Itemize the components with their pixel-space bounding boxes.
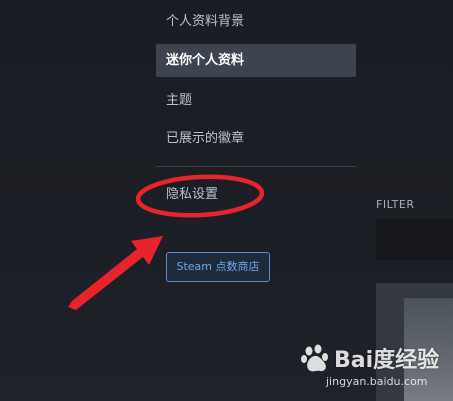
menu-divider	[156, 166, 356, 167]
points-shop-button[interactable]: Steam 点数商店	[166, 252, 270, 282]
pointer-arrow	[68, 236, 163, 310]
baidu-paw-icon	[301, 344, 328, 372]
menu-item-profile-background[interactable]: 个人资料背景	[156, 5, 356, 38]
menu-item-privacy-settings[interactable]: 隐私设置	[156, 178, 356, 211]
baidu-jingyan-watermark: Bai度经验 jingyan.baidu.com	[300, 342, 450, 397]
menu-item-featured-badge[interactable]: 已展示的徽章	[156, 122, 356, 155]
menu-item-theme[interactable]: 主题	[156, 84, 356, 117]
menu-item-mini-profile[interactable]: 迷你个人资料	[156, 44, 356, 77]
watermark-brand: Bai度经验	[334, 348, 440, 373]
filter-input[interactable]	[376, 218, 453, 260]
filter-label: FILTER	[376, 198, 415, 211]
watermark-url: jingyan.baidu.com	[326, 375, 428, 388]
